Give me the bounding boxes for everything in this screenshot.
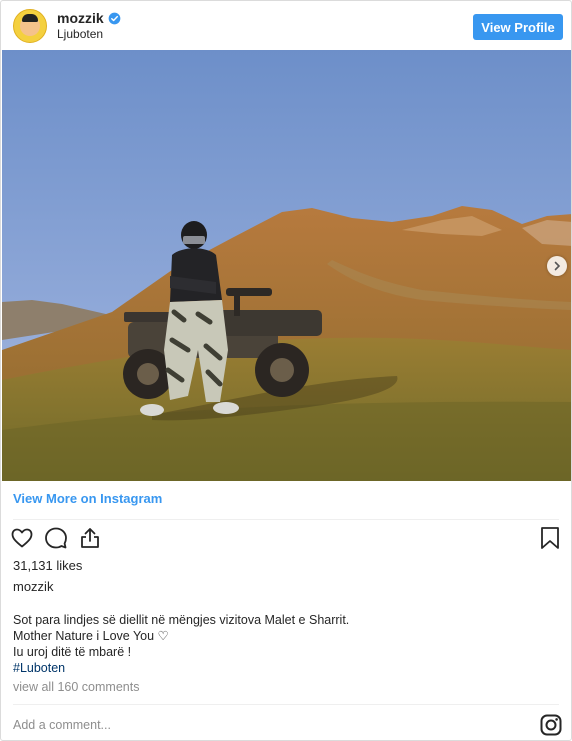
action-bar	[9, 525, 103, 551]
caption-line: Iu uroj ditë të mbarë !	[13, 645, 132, 659]
caption-line: Sot para lindjes së diellit në mëngjes v…	[13, 613, 350, 627]
caption: Sot para lindjes së diellit në mëngjes v…	[13, 612, 349, 676]
instagram-embed-card: mozzik Ljuboten View Profile View More o…	[0, 0, 572, 741]
bookmark-icon	[541, 527, 559, 549]
caption-author[interactable]: mozzik	[13, 579, 53, 594]
avatar-face	[20, 13, 40, 36]
view-comments-link[interactable]: view all 160 comments	[13, 680, 139, 694]
photo-scene	[2, 50, 571, 481]
view-profile-button[interactable]: View Profile	[473, 14, 563, 40]
likes-count[interactable]: 31,131 likes	[13, 558, 82, 573]
location[interactable]: Ljuboten	[57, 27, 121, 41]
instagram-icon[interactable]	[539, 713, 563, 737]
avatar[interactable]	[13, 8, 47, 43]
share-icon	[81, 528, 99, 548]
view-more-link[interactable]: View More on Instagram	[13, 491, 162, 506]
next-photo-button[interactable]	[547, 256, 567, 276]
comment-icon	[45, 527, 67, 549]
divider	[13, 519, 559, 520]
divider	[13, 704, 559, 705]
share-button[interactable]	[77, 525, 103, 551]
heart-icon	[11, 528, 33, 548]
post-header: mozzik Ljuboten View Profile	[1, 1, 571, 50]
username[interactable]: mozzik	[57, 10, 104, 27]
chevron-right-icon	[554, 261, 561, 271]
like-button[interactable]	[9, 525, 35, 551]
add-comment-input[interactable]: Add a comment...	[13, 718, 111, 732]
caption-line: Mother Nature i Love You ♡	[13, 629, 169, 643]
username-row: mozzik	[57, 10, 121, 27]
comment-button[interactable]	[43, 525, 69, 551]
hashtag-link[interactable]: #Luboten	[13, 660, 349, 676]
save-button[interactable]	[537, 525, 563, 551]
post-photo[interactable]	[2, 50, 571, 481]
verified-badge-icon	[108, 12, 121, 25]
user-info: mozzik Ljuboten	[57, 10, 121, 41]
